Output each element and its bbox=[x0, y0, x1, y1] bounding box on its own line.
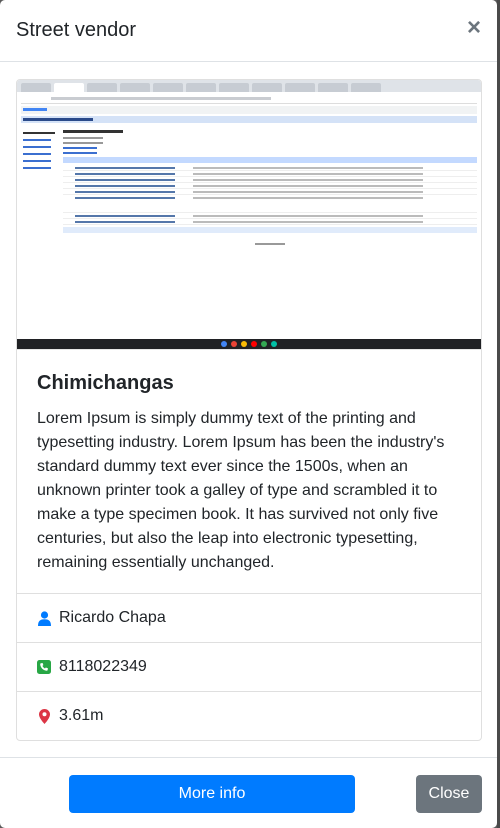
vendor-card: Chimichangas Lorem Ipsum is simply dummy… bbox=[16, 79, 482, 741]
modal-header: Street vendor × bbox=[0, 0, 497, 62]
image-table bbox=[63, 130, 477, 245]
vendor-details: Ricardo Chapa 8118022349 3.61m bbox=[17, 593, 481, 740]
more-info-button[interactable]: More info bbox=[69, 775, 355, 813]
vendor-description: Lorem Ipsum is simply dummy text of the … bbox=[37, 410, 445, 571]
owner-name: Ricardo Chapa bbox=[59, 609, 166, 626]
close-icon[interactable]: × bbox=[467, 15, 481, 40]
modal-footer: More info Close bbox=[0, 757, 497, 828]
modal-title: Street vendor bbox=[16, 19, 137, 41]
list-item-distance: 3.61m bbox=[17, 691, 481, 740]
vendor-image bbox=[17, 80, 481, 350]
vendor-name: Chimichangas bbox=[37, 372, 174, 394]
user-icon bbox=[37, 610, 51, 626]
list-item-phone: 8118022349 bbox=[17, 642, 481, 691]
list-item-owner: Ricardo Chapa bbox=[17, 593, 481, 642]
close-button[interactable]: Close bbox=[416, 775, 482, 813]
image-sidebar bbox=[23, 132, 61, 174]
image-browser-tabs bbox=[17, 80, 481, 92]
image-taskbar bbox=[17, 339, 481, 349]
vendor-modal: Street vendor × Chimichangas Lorem Ipsum… bbox=[0, 0, 497, 828]
phone-icon bbox=[37, 659, 51, 675]
distance-value: 3.61m bbox=[59, 707, 104, 724]
map-marker-icon bbox=[37, 708, 51, 724]
phone-number: 8118022349 bbox=[59, 658, 147, 675]
card-body: Chimichangas Lorem Ipsum is simply dummy… bbox=[17, 350, 481, 575]
